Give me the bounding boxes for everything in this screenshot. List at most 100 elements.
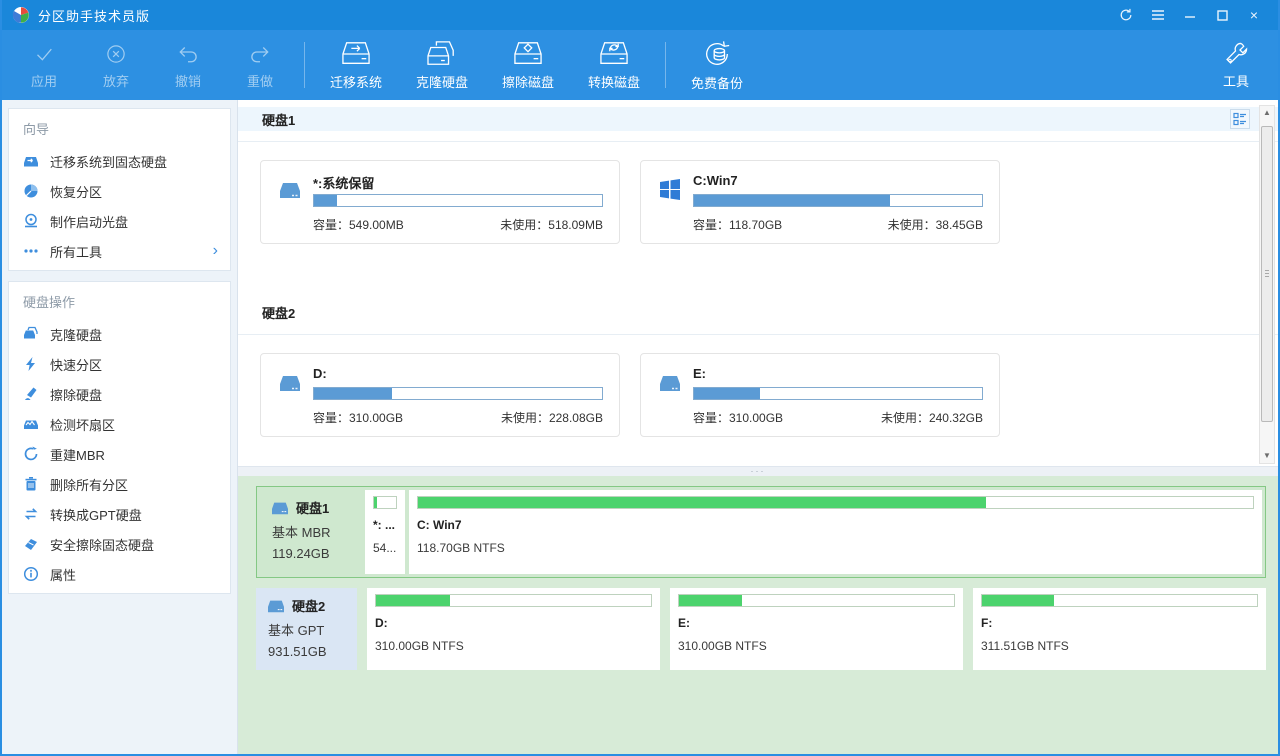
scrollbar-thumb[interactable] [1261,126,1273,422]
partition-block-d[interactable]: D: 310.00GB NTFS [367,588,660,670]
chevron-right-icon: › [213,243,218,259]
clone-disk-icon [23,326,39,342]
partition-block-c-win7[interactable]: C: Win7 118.70GB NTFS [409,490,1262,574]
refresh-icon[interactable] [1110,0,1142,30]
partition-card-e[interactable]: E: 容量：310.00GB 未使用：240.32GB [640,353,1000,437]
partition-size: 54... [373,541,397,555]
partition-card-c-win7[interactable]: C:Win7 容量：118.70GB 未使用：38.45GB [640,160,1000,244]
windows-icon [657,177,683,203]
partition-name: *:系统保留 [313,173,374,192]
disk2-row[interactable]: 硬盘2 基本 GPT 931.51GB D: 310.00GB NTFS E: … [256,588,1266,670]
bad-sector-icon [23,416,39,432]
sidebar-item-check-bad-sectors[interactable]: 检测坏扇区 [9,409,230,439]
sidebar-item-convert-to-gpt[interactable]: 转换成GPT硬盘 [9,499,230,529]
usage-bar [373,496,397,509]
partition-block-f[interactable]: F: 311.51GB NTFS [973,588,1266,670]
toolbar-separator [665,42,666,88]
view-toggle-button[interactable] [1230,109,1250,129]
apply-button[interactable]: 应用 [8,34,80,96]
delete-partitions-icon [23,476,39,492]
clone-disk-button[interactable]: 克隆硬盘 [399,34,485,96]
free-backup-button[interactable]: 免费备份 [674,34,760,96]
vertical-scrollbar[interactable]: ▲ ▼ [1259,105,1275,464]
sidebar-item-migrate-os-to-ssd[interactable]: 迁移系统到固态硬盘 [9,146,230,176]
disk-name: 硬盘2 [292,596,325,615]
disk2-header[interactable]: 硬盘2 [238,300,1278,324]
free-text: 未使用：38.45GB [888,216,983,233]
window-title: 分区助手技术员版 [38,6,150,25]
disk1-info[interactable]: 硬盘1 基本 MBR 119.24GB [260,490,361,574]
recover-partition-icon [23,183,39,199]
partition-label: F: [981,616,1258,630]
redo-button[interactable]: 重做 [224,34,296,96]
app-window: 分区助手技术员版 × 应用 放弃 [0,0,1280,756]
scroll-down-arrow[interactable]: ▼ [1260,449,1274,463]
scrollbar-track[interactable] [1260,120,1274,449]
disk-icon [277,370,303,396]
partition-size: 118.70GB NTFS [417,541,1254,555]
toolbar-separator [304,42,305,88]
usage-bar [417,496,1254,509]
wipe-disk-icon [511,40,545,68]
partition-label: E: [678,616,955,630]
sidebar-item-make-bootable-cd[interactable]: 制作启动光盘 [9,206,230,236]
partition-block-system-reserved[interactable]: *: ... 54... [365,490,405,574]
disk-icon [270,500,290,516]
close-button[interactable]: × [1238,0,1270,30]
convert-disk-icon [597,40,631,68]
disk1-row[interactable]: 硬盘1 基本 MBR 119.24GB *: ... 54... C: Win7… [256,486,1266,578]
disk1-header[interactable]: 硬盘1 [238,107,1278,131]
undo-button[interactable]: 撤销 [152,34,224,96]
sidebar-section-disk-operations: 硬盘操作 克隆硬盘 快速分区 擦除硬盘 检测坏扇区 [8,281,231,594]
wipe-disk-button[interactable]: 擦除磁盘 [485,34,571,96]
toolbar: 应用 放弃 撤销 重做 迁移系统 克隆硬盘 [2,30,1278,100]
maximize-button[interactable] [1206,0,1238,30]
disk-type: 基本 GPT [266,620,351,639]
sidebar-item-recover-partition[interactable]: 恢复分区 [9,176,230,206]
migrate-system-icon [339,40,373,68]
disk-icon [266,598,286,614]
partition-block-e[interactable]: E: 310.00GB NTFS [670,588,963,670]
free-backup-icon [702,39,732,69]
section-title: 向导 [9,109,230,146]
sidebar-item-properties[interactable]: 属性 [9,559,230,589]
usage-bar [313,387,603,400]
disk-name: 硬盘1 [296,498,329,517]
sidebar-item-wipe-disk[interactable]: 擦除硬盘 [9,379,230,409]
sidebar-item-quick-partition[interactable]: 快速分区 [9,349,230,379]
partition-name: C:Win7 [693,173,738,188]
convert-disk-button[interactable]: 转换磁盘 [571,34,657,96]
sidebar-item-all-tools[interactable]: 所有工具 › [9,236,230,266]
disk-type: 基本 MBR [270,522,355,541]
bootable-cd-icon [23,213,39,229]
menu-icon[interactable] [1142,0,1174,30]
panel-splitter[interactable]: ··· [238,466,1278,476]
sidebar-item-clone-disk[interactable]: 克隆硬盘 [9,319,230,349]
partition-card-d[interactable]: D: 容量：310.00GB 未使用：228.08GB [260,353,620,437]
partition-card-system-reserved[interactable]: *:系统保留 容量：549.00MB 未使用：518.09MB [260,160,620,244]
discard-icon [103,41,129,67]
disk-map-panel: 硬盘1 基本 MBR 119.24GB *: ... 54... C: Win7… [238,476,1278,754]
sidebar-item-secure-erase-ssd[interactable]: 安全擦除固态硬盘 [9,529,230,559]
disk2-info[interactable]: 硬盘2 基本 GPT 931.51GB [256,588,357,670]
disk-icon [657,370,683,396]
quick-partition-icon [23,356,39,372]
scroll-up-arrow[interactable]: ▲ [1260,106,1274,120]
capacity-text: 容量：118.70GB [693,216,782,233]
undo-icon [175,41,201,67]
splitter-handle-dots: ··· [751,466,766,476]
partition-size: 311.51GB NTFS [981,639,1258,653]
redo-icon [247,41,273,67]
tools-button[interactable]: 工具 [1200,34,1272,96]
usage-bar [693,387,983,400]
minimize-button[interactable] [1174,0,1206,30]
partition-card-view: 硬盘1 *:系统保留 容量：549.00MB 未使用：518.09MB [238,100,1278,466]
usage-bar [678,594,955,607]
partition-label: D: [375,616,652,630]
sidebar-item-rebuild-mbr[interactable]: 重建MBR [9,439,230,469]
migrate-system-button[interactable]: 迁移系统 [313,34,399,96]
partition-size: 310.00GB NTFS [678,639,955,653]
sidebar-item-delete-all-partitions[interactable]: 删除所有分区 [9,469,230,499]
discard-button[interactable]: 放弃 [80,34,152,96]
app-logo-icon [12,6,30,24]
